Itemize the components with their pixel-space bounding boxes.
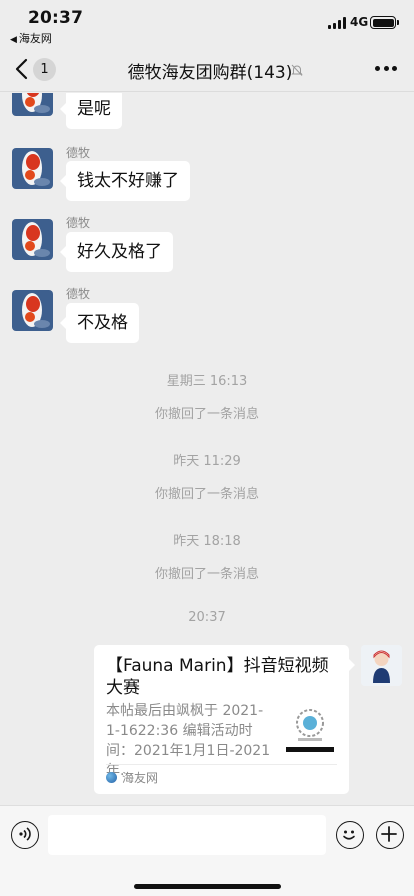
message-bubble[interactable]: 不及格 xyxy=(60,303,139,343)
status-bar: 20:37 ◀ 海友网 4G xyxy=(0,0,414,46)
more-dots-icon[interactable] xyxy=(375,64,397,72)
recall-notice: 你撤回了一条消息 xyxy=(154,407,259,422)
timestamp: 昨天 11:29 xyxy=(173,454,241,469)
back-app-label: 海友网 xyxy=(18,32,52,45)
avatar[interactable] xyxy=(12,148,53,189)
sender-name: 德牧 xyxy=(66,216,91,230)
home-indicator xyxy=(134,884,281,889)
bell-slash-icon xyxy=(291,64,303,76)
card-divider xyxy=(106,764,337,765)
card-thumbnail xyxy=(284,703,336,755)
site-logo-icon xyxy=(106,772,117,783)
avatar[interactable] xyxy=(12,93,53,116)
card-source-label: 海友网 xyxy=(122,771,159,785)
network-type: 4G xyxy=(350,15,369,29)
chat-header: 1 德牧海友团购群(143) xyxy=(0,46,414,92)
signal-icon xyxy=(328,17,346,29)
battery-icon xyxy=(370,16,399,29)
card-title: 【Fauna Marin】抖音短视频大赛 xyxy=(106,656,329,698)
message-list[interactable]: 是呢 德牧 钱太不好赚了 德牧 好久及格了 德牧 不及格 星期三 16:13 你… xyxy=(0,93,414,805)
chat-title: 德牧海友团购群(143) xyxy=(127,63,293,83)
back-to-app-link[interactable]: ◀ 海友网 xyxy=(10,30,52,46)
link-card[interactable]: 【Fauna Marin】抖音短视频大赛 本帖最后由飒枫于 2021-1-162… xyxy=(94,645,355,794)
timestamp: 星期三 16:13 xyxy=(166,374,248,389)
timestamp: 昨天 18:18 xyxy=(173,534,241,549)
avatar[interactable] xyxy=(12,219,53,260)
message-bubble[interactable]: 钱太不好赚了 xyxy=(60,161,190,201)
avatar[interactable] xyxy=(12,290,53,331)
recall-notice: 你撤回了一条消息 xyxy=(154,567,259,582)
chevron-left-icon[interactable] xyxy=(12,56,32,82)
timestamp: 20:37 xyxy=(188,610,226,625)
unread-badge[interactable]: 1 xyxy=(33,58,56,81)
plus-icon[interactable] xyxy=(376,821,404,849)
message-bubble[interactable]: 好久及格了 xyxy=(60,232,173,272)
sender-name: 德牧 xyxy=(66,146,91,160)
avatar[interactable] xyxy=(361,645,402,686)
recall-notice: 你撤回了一条消息 xyxy=(154,487,259,502)
sender-name: 德牧 xyxy=(66,287,91,301)
status-time: 20:37 xyxy=(28,8,84,28)
input-bar xyxy=(0,805,414,896)
card-source: 海友网 xyxy=(106,769,158,786)
emoji-icon[interactable] xyxy=(336,821,364,849)
voice-icon[interactable] xyxy=(11,821,39,849)
message-bubble[interactable]: 是呢 xyxy=(60,93,122,129)
message-input[interactable] xyxy=(48,815,326,855)
